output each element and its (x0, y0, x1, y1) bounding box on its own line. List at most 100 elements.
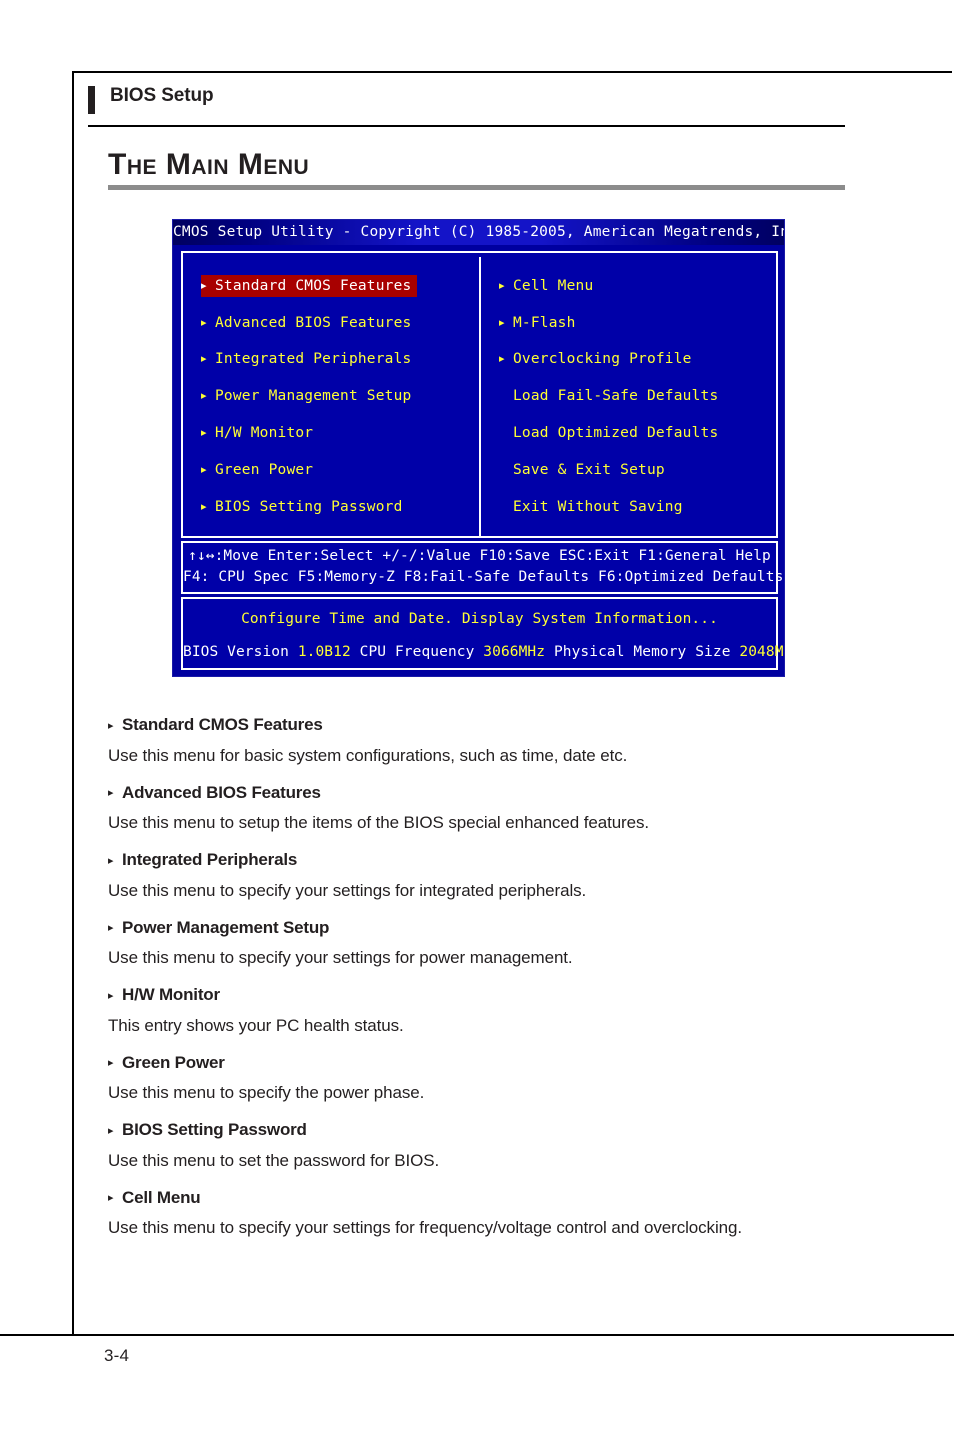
page-bottom-rule (0, 1334, 954, 1336)
bios-menu-item-save-and-exit-setup[interactable]: ▸Save & Exit Setup (499, 459, 665, 481)
caret-right-icon: ▸ (201, 426, 207, 439)
caret-right-icon: ▸ (108, 786, 114, 799)
section-heading: The Main Menu (108, 148, 848, 190)
running-head-rule (88, 125, 845, 127)
bios-menu-item-label: Load Optimized Defaults (513, 425, 719, 441)
cpu-frequency-value: 3066MHz (483, 644, 546, 660)
description-title: ▸ Advanced BIOS Features (108, 780, 868, 807)
bios-menu-item-load-optimized-defaults[interactable]: ▸Load Optimized Defaults (499, 422, 718, 444)
bios-menu-item-label: Power Management Setup (215, 388, 412, 404)
bios-menu-item-label: Load Fail-Safe Defaults (513, 388, 719, 404)
description-title-label: Standard CMOS Features (122, 715, 323, 734)
description-title-label: Cell Menu (122, 1187, 201, 1207)
bios-menu-item-power-management-setup[interactable]: ▸ Power Management Setup (201, 385, 411, 407)
description-text: Use this menu to setup the items of the … (108, 813, 649, 832)
page-title: The Main Menu (108, 148, 310, 181)
bios-status-panel: Configure Time and Date. Display System … (181, 597, 784, 670)
caret-right-icon: ▸ (108, 718, 114, 732)
bios-title-bar-shadow (173, 245, 784, 248)
bios-menu-item-label: Standard CMOS Features (215, 278, 412, 294)
description-entry: ▸ Cell Menu Use this menu to specify your… (108, 1185, 868, 1245)
description-title: ▸ H/W Monitor (108, 982, 868, 1009)
caret-right-icon: ▸ (201, 316, 207, 329)
bios-version-label: BIOS Version (183, 644, 289, 660)
caret-placeholder-icon: ▸ (499, 496, 513, 518)
bios-menu-item-overclocking-profile[interactable]: ▸ Overclocking Profile (499, 348, 692, 370)
bios-menu-item-green-power[interactable]: ▸ Green Power (201, 459, 313, 481)
running-head: BIOS Setup (88, 84, 848, 127)
description-title: ▸ Power Management Setup (108, 915, 868, 942)
bios-menu-item-label: M-Flash (513, 315, 576, 331)
physical-memory-value: 2048MB (739, 644, 784, 660)
caret-right-icon: ▸ (499, 352, 505, 365)
description-title-label: Advanced BIOS Features (122, 782, 321, 802)
caret-right-icon: ▸ (108, 853, 114, 867)
description-title: ▸ Cell Menu (108, 1185, 868, 1212)
caret-right-icon: ▸ (108, 988, 114, 1002)
caret-right-icon: ▸ (201, 463, 207, 476)
bios-menu-column-left: ▸ Standard CMOS Features ▸ Advanced BIOS F… (187, 253, 477, 536)
caret-right-icon: ▸ (201, 389, 207, 402)
bios-menu-column-right: ▸ Cell Menu ▸ M-Flash ▸ Overclocking Profil… (485, 253, 775, 536)
caret-right-icon: ▸ (201, 352, 207, 365)
bios-menu-item-hw-monitor[interactable]: ▸ H/W Monitor (201, 422, 313, 444)
bios-menu-item-load-fail-safe-defaults[interactable]: ▸Load Fail-Safe Defaults (499, 385, 718, 407)
description-text: This entry shows your PC health status. (108, 1015, 404, 1035)
description-entry: ▸ H/W Monitor This entry shows your PC he… (108, 982, 868, 1042)
bios-setup-screenshot: CMOS Setup Utility - Copyright (C) 1985-… (172, 219, 785, 677)
description-title-label: Power Management Setup (122, 917, 330, 937)
bios-menu-item-label: Integrated Peripherals (215, 351, 412, 367)
bios-menu-item-label: Green Power (215, 462, 314, 478)
caret-right-icon: ▸ (108, 1056, 114, 1069)
bios-menu-item-label: Advanced BIOS Features (215, 315, 412, 331)
description-title-label: BIOS Setting Password (122, 1120, 307, 1139)
description-text: Use this menu to specify your settings f… (108, 1218, 742, 1237)
bios-menu-item-label: Cell Menu (513, 278, 594, 294)
bios-menu-item-advanced-bios-features[interactable]: ▸ Advanced BIOS Features (201, 312, 411, 334)
caret-right-icon: ▸ (201, 279, 207, 292)
bios-menu-item-cell-menu[interactable]: ▸ Cell Menu (499, 275, 593, 297)
cpu-frequency-label: CPU Frequency (359, 644, 475, 660)
bios-key-help-line-1: ↑↓↔:Move Enter:Select +/-/:Value F10:Sav… (188, 548, 771, 564)
description-title-label: H/W Monitor (122, 985, 220, 1004)
description-entry: ▸ BIOS Setting Password Use this menu to … (108, 1117, 868, 1177)
description-title-label: Green Power (122, 1052, 225, 1072)
description-title: ▸ BIOS Setting Password (108, 1117, 868, 1144)
description-text: Use this menu to specify the power phase… (108, 1083, 425, 1102)
running-head-marker (88, 86, 95, 114)
caret-right-icon: ▸ (499, 279, 505, 292)
bios-menu-item-standard-cmos-features[interactable]: ▸ Standard CMOS Features (201, 275, 418, 297)
caret-right-icon: ▸ (201, 500, 207, 513)
bios-column-divider (479, 257, 481, 536)
page-left-rule (72, 71, 74, 1334)
bios-hint-text: Configure Time and Date. Display System … (241, 611, 718, 627)
bios-main-menu-panel: ▸ Standard CMOS Features ▸ Advanced BIOS F… (181, 251, 778, 538)
description-entry: ▸ Green Power Use this menu to specify th… (108, 1050, 868, 1110)
bios-menu-item-bios-setting-password[interactable]: ▸ BIOS Setting Password (201, 496, 403, 518)
caret-right-icon: ▸ (108, 1191, 114, 1204)
description-title: ▸ Standard CMOS Features (108, 712, 868, 739)
caret-placeholder-icon: ▸ (499, 459, 513, 481)
description-title: ▸ Integrated Peripherals (108, 847, 868, 874)
caret-right-icon: ▸ (108, 1123, 114, 1137)
caret-right-icon: ▸ (108, 921, 114, 934)
bios-version-value: 1.0B12 (297, 644, 351, 660)
bios-menu-item-label: H/W Monitor (215, 425, 314, 441)
section-heading-rule (108, 185, 845, 190)
description-title: ▸ Green Power (108, 1050, 868, 1077)
physical-memory-label: Physical Memory Size (553, 644, 731, 660)
page-number: 3-4 (104, 1346, 130, 1365)
bios-menu-item-label: Overclocking Profile (513, 351, 692, 367)
bios-status-line: BIOS Version 1.0B12 CPU Frequency 3066MH… (183, 641, 784, 663)
bios-menu-item-m-flash[interactable]: ▸ M-Flash (499, 312, 576, 334)
bios-menu-item-exit-without-saving[interactable]: ▸Exit Without Saving (499, 496, 683, 518)
running-head-label: BIOS Setup (110, 85, 214, 106)
bios-menu-item-integrated-peripherals[interactable]: ▸ Integrated Peripherals (201, 348, 411, 370)
description-entry: ▸ Power Management Setup Use this menu to… (108, 915, 868, 975)
bios-key-help-panel: ↑↓↔:Move Enter:Select +/-/:Value F10:Sav… (181, 541, 784, 594)
page-top-rule (72, 71, 952, 73)
bios-key-help-line-2: F4: CPU Spec F5:Memory-Z F8:Fail-Safe De… (183, 569, 784, 585)
description-text: Use this menu to specify your settings f… (108, 948, 573, 967)
caret-placeholder-icon: ▸ (499, 385, 513, 407)
description-title-label: Integrated Peripherals (122, 850, 298, 869)
